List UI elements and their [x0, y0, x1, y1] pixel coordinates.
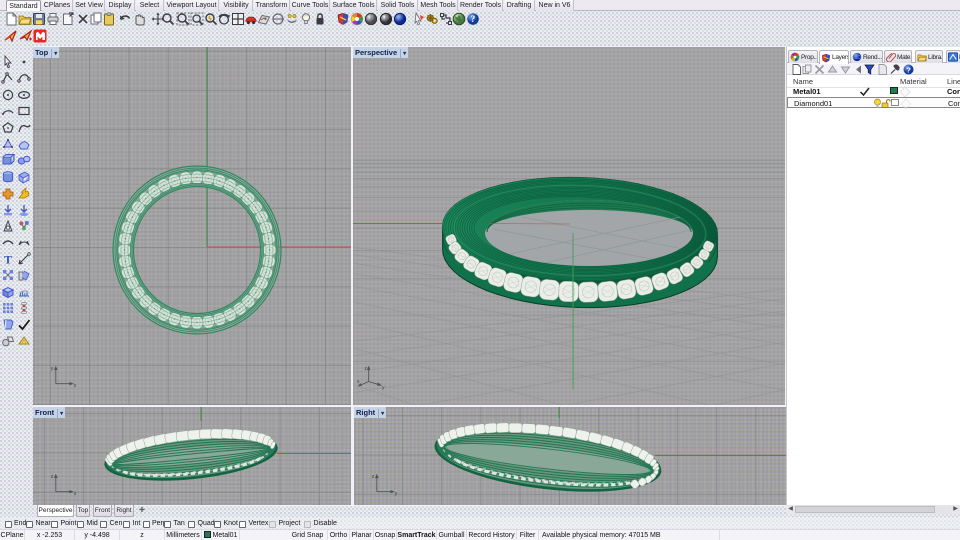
svg-text:z: z — [372, 474, 375, 480]
svg-text:?: ? — [471, 14, 476, 24]
svg-text:y: y — [382, 385, 385, 390]
svg-text:x: x — [74, 491, 77, 497]
svg-text:x: x — [74, 383, 77, 389]
svg-text:z: z — [51, 474, 54, 480]
svg-text:y: y — [395, 491, 398, 497]
svg-text:T: T — [4, 252, 12, 265]
svg-text:?: ? — [906, 65, 911, 74]
svg-text:y: y — [51, 366, 54, 372]
svg-text:z: z — [365, 366, 368, 372]
